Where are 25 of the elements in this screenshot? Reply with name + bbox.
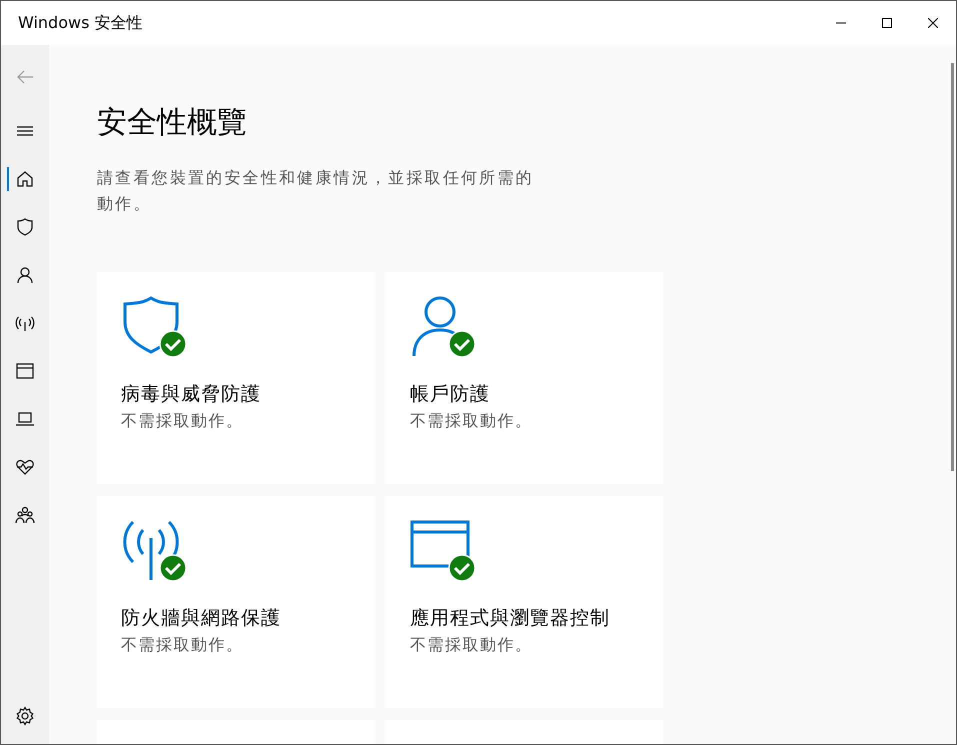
page-heading: 安全性概覽	[97, 105, 248, 141]
card-title: 病毒與威脅防護	[121, 382, 262, 408]
card-title: 應用程式與瀏覽器控制	[410, 606, 611, 632]
home-icon	[15, 169, 35, 189]
shield-icon	[15, 217, 35, 237]
scrollbar[interactable]	[951, 63, 954, 471]
card-status: 不需採取動作。	[121, 634, 244, 656]
card-title: 帳戶防護	[410, 382, 491, 408]
window-title: Windows 安全性	[17, 12, 143, 34]
page-description: 請查看您裝置的安全性和健康情況，並採取任何所需的動作。	[97, 167, 535, 215]
heart-icon	[15, 457, 35, 477]
card-background[interactable]: 防火牆與網路保護 不需採取動作。	[97, 496, 374, 708]
close-icon	[928, 18, 938, 28]
card-status: 不需採取動作。	[410, 410, 534, 432]
card-background[interactable]: 帳戶防護 不需採取動作。	[386, 272, 663, 484]
browser-window-icon	[15, 361, 35, 381]
card-status: 不需採取動作。	[410, 634, 534, 656]
card-title: 防火牆與網路保護	[121, 606, 282, 632]
settings-icon	[15, 706, 35, 726]
card-background[interactable]: 應用程式與瀏覽器控制 不需採取動作。	[386, 496, 663, 708]
family-icon	[15, 505, 35, 525]
maximize-icon	[882, 18, 892, 28]
card-status: 不需採取動作。	[121, 410, 244, 432]
card-background[interactable]: 病毒與威脅防護 不需採取動作。	[97, 272, 374, 484]
person-icon	[15, 265, 35, 285]
